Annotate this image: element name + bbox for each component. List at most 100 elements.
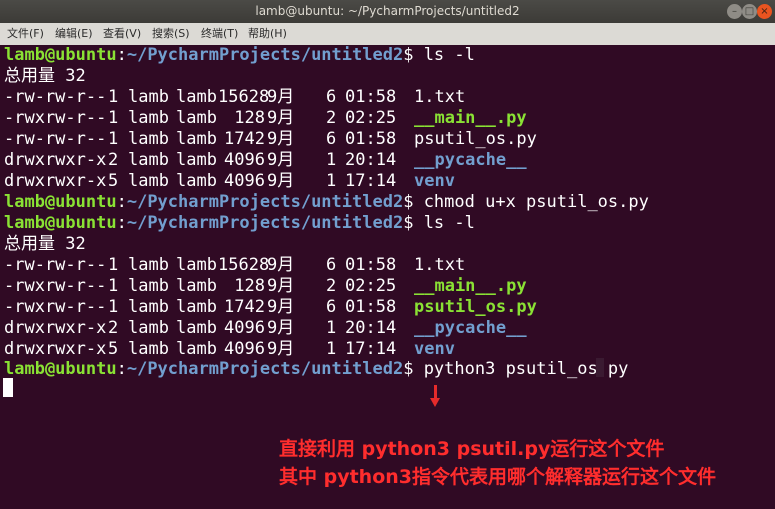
time-cell: 17:14: [345, 339, 397, 359]
owner-cell: lamb: [128, 318, 169, 338]
size-cell: 1742: [224, 297, 265, 317]
name-cell: __pycache__: [414, 150, 527, 170]
day-cell: 2: [326, 276, 337, 296]
name-cell: __main__.py: [414, 276, 527, 296]
prompt-line: lamb@ubuntu:~/PycharmProjects/untitled2$…: [4, 45, 475, 65]
table-row: drwxrwxr-x 5 lamb lamb 4096 9月 1 17:14 venv: [4, 171, 704, 192]
menu-view[interactable]: 查看(V): [103, 23, 141, 45]
month-cell: 9月: [267, 276, 295, 296]
links-cell: 1: [108, 255, 119, 275]
month-cell: 9月: [267, 129, 295, 149]
day-cell: 2: [326, 108, 337, 128]
links-cell: 1: [108, 297, 119, 317]
menu-edit[interactable]: 编辑(E): [55, 23, 93, 45]
links-cell: 1: [108, 87, 119, 107]
owner-cell: lamb: [128, 171, 169, 191]
total-line: 总用量 32: [4, 66, 86, 86]
owner-cell: lamb: [128, 150, 169, 170]
links-cell: 1: [108, 129, 119, 149]
prompt-user: lamb@ubuntu: [4, 192, 117, 212]
menu-search[interactable]: 搜索(S): [152, 23, 190, 45]
command-text: ls -l: [423, 45, 475, 65]
perm-cell: -rw-rw-r--: [4, 129, 107, 149]
perm-cell: -rwxrw-r--: [4, 276, 107, 296]
menu-file[interactable]: 文件(F): [7, 23, 44, 45]
time-cell: 01:58: [345, 129, 397, 149]
prompt-symbol: $: [403, 359, 414, 379]
table-row: drwxrwxr-x 2 lamb lamb 4096 9月 1 20:14 __pycache…: [4, 318, 704, 339]
maximize-button[interactable]: □: [742, 4, 757, 19]
prompt-path: ~/PycharmProjects/untitled2: [126, 192, 404, 212]
prompt-symbol: $: [403, 213, 414, 233]
annotation-line-1: 直接利用 python3 psutil.py运行这个文件: [279, 438, 665, 460]
prompt-user: lamb@ubuntu: [4, 359, 117, 379]
prompt-path: ~/PycharmProjects/untitled2: [126, 359, 404, 379]
links-cell: 2: [108, 318, 119, 338]
down-arrow-icon: [434, 385, 437, 399]
name-cell: __main__.py: [414, 108, 527, 128]
command-text: chmod u+x psutil_os.py: [423, 192, 649, 212]
size-cell: 15628: [218, 255, 270, 275]
size-cell: 128: [234, 276, 265, 296]
month-cell: 9月: [267, 87, 295, 107]
size-cell: 15628: [218, 87, 270, 107]
links-cell: 5: [108, 339, 119, 359]
name-cell: venv: [414, 339, 455, 359]
day-cell: 1: [326, 318, 337, 338]
prompt-path: ~/PycharmProjects/untitled2: [126, 45, 404, 65]
minimize-button[interactable]: –: [727, 4, 742, 19]
owner-cell: lamb: [128, 129, 169, 149]
prompt-line: lamb@ubuntu:~/PycharmProjects/untitled2$…: [4, 213, 475, 233]
table-row: -rwxrw-r-- 1 lamb lamb 1742 9月 6 01:58 psutil_os…: [4, 297, 704, 318]
name-cell: 1.txt: [414, 255, 466, 275]
size-cell: 128: [234, 108, 265, 128]
perm-cell: -rw-rw-r--: [4, 255, 107, 275]
owner-cell: lamb: [128, 297, 169, 317]
day-cell: 6: [326, 129, 337, 149]
month-cell: 9月: [267, 297, 295, 317]
group-cell: lamb: [176, 87, 217, 107]
time-cell: 01:58: [345, 297, 397, 317]
group-cell: lamb: [176, 255, 217, 275]
prompt-line: lamb@ubuntu:~/PycharmProjects/untitled2$…: [4, 359, 629, 379]
terminal-cursor: [3, 378, 13, 397]
close-button[interactable]: ×: [757, 4, 772, 19]
arrow-head-icon: [430, 398, 440, 407]
size-cell: 4096: [224, 318, 265, 338]
name-cell: psutil_os.py: [414, 297, 537, 317]
day-cell: 6: [326, 297, 337, 317]
month-cell: 9月: [267, 108, 295, 128]
time-cell: 17:14: [345, 171, 397, 191]
name-cell: __pycache__: [414, 318, 527, 338]
perm-cell: drwxrwxr-x: [4, 339, 107, 359]
month-cell: 9月: [267, 255, 295, 275]
size-cell: 4096: [224, 150, 265, 170]
time-cell: 01:58: [345, 255, 397, 275]
time-cell: 20:14: [345, 150, 397, 170]
perm-cell: drwxrwxr-x: [4, 318, 107, 338]
title-bar: lamb@ubuntu: ~/PycharmProjects/untitled2…: [0, 0, 775, 23]
total-line: 总用量 32: [4, 234, 86, 254]
time-cell: 02:25: [345, 276, 397, 296]
perm-cell: drwxrwxr-x: [4, 150, 107, 170]
time-cell: 02:25: [345, 108, 397, 128]
size-cell: 4096: [224, 171, 265, 191]
perm-cell: drwxrwxr-x: [4, 171, 107, 191]
owner-cell: lamb: [128, 108, 169, 128]
owner-cell: lamb: [128, 87, 169, 107]
window-title: lamb@ubuntu: ~/PycharmProjects/untitled2: [255, 4, 520, 18]
perm-cell: -rw-rw-r--: [4, 87, 107, 107]
prompt-user: lamb@ubuntu: [4, 45, 117, 65]
group-cell: lamb: [176, 129, 217, 149]
group-cell: lamb: [176, 276, 217, 296]
group-cell: lamb: [176, 339, 217, 359]
table-row: -rwxrw-r-- 1 lamb lamb 128 9月 2 02:25 __main__.p…: [4, 108, 704, 129]
size-cell: 1742: [224, 129, 265, 149]
table-row: -rwxrw-r-- 1 lamb lamb 128 9月 2 02:25 __main__.p…: [4, 276, 704, 297]
menu-terminal[interactable]: 终端(T): [201, 23, 238, 45]
day-cell: 6: [326, 87, 337, 107]
perm-cell: -rwxrw-r--: [4, 297, 107, 317]
day-cell: 1: [326, 339, 337, 359]
menu-help[interactable]: 帮助(H): [248, 23, 287, 45]
table-row: -rw-rw-r-- 1 lamb lamb 15628 9月 6 01:58 1.txt: [4, 255, 704, 276]
